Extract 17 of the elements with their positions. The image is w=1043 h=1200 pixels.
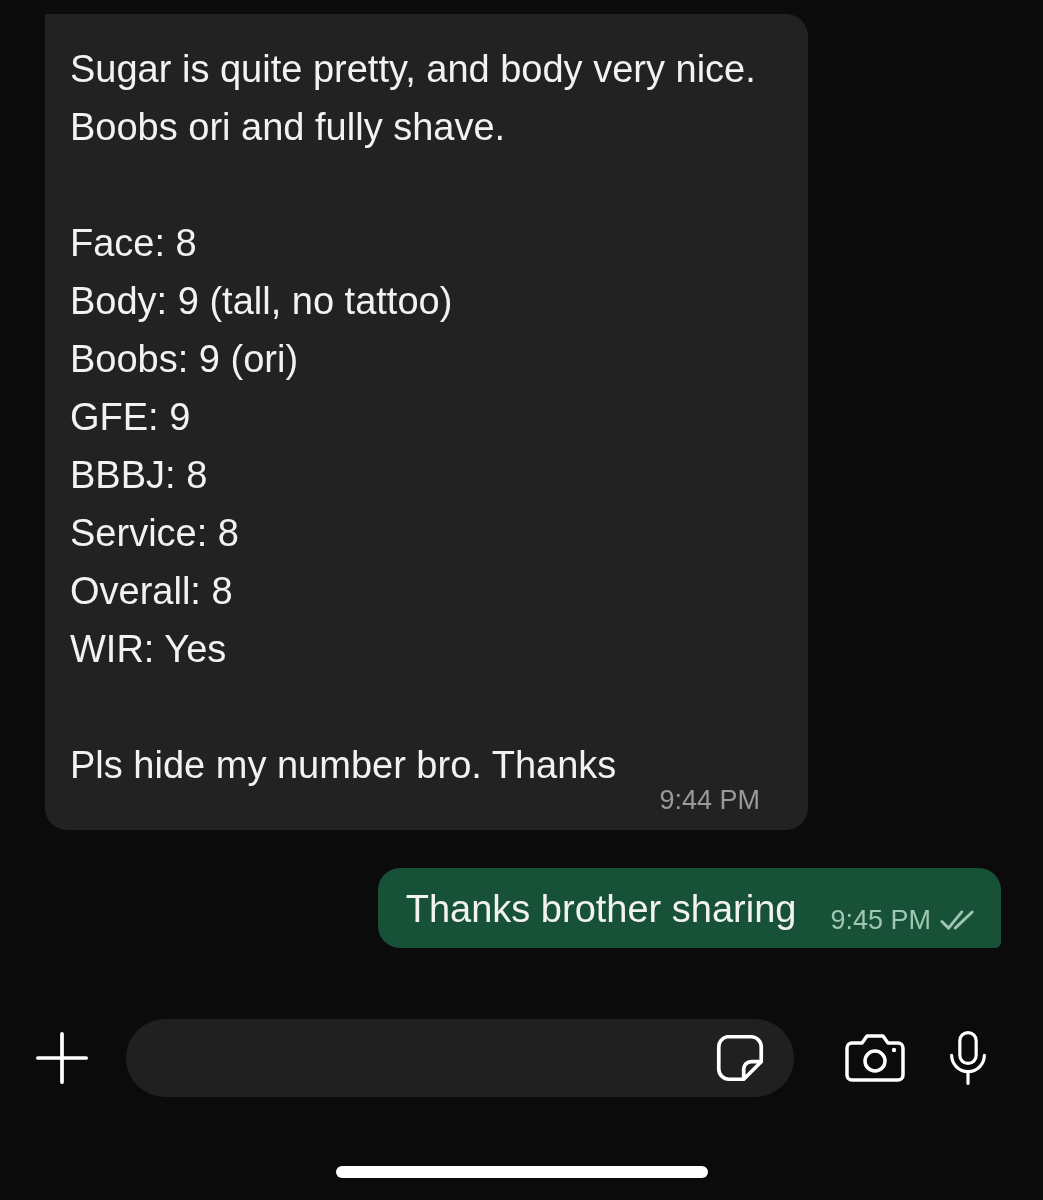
message-text: Overall: 8 [70, 569, 234, 614]
message-text: Face: 8 [70, 221, 198, 266]
microphone-icon[interactable] [948, 1028, 988, 1088]
message-text: BBBJ: 8 [70, 453, 209, 498]
message-text: Pls hide my number bro. Thanks [70, 743, 618, 788]
message-text: WIR: Yes [70, 627, 228, 672]
message-text: Sugar is quite pretty, and body very nice. Boobs ori and fully shave. [70, 47, 757, 150]
message-text: Boobs: 9 (ori) [70, 337, 300, 382]
message-text: Service: 8 [70, 511, 240, 556]
message-time: 9:44 PM [659, 784, 760, 816]
sticker-icon[interactable] [716, 1034, 764, 1082]
message-text: Thanks brother sharing [405, 887, 797, 932]
message-text: GFE: 9 [70, 395, 192, 440]
message-text: Body: 9 (tall, no tattoo) [70, 279, 454, 324]
camera-icon[interactable] [844, 1033, 906, 1083]
plus-icon[interactable] [36, 1032, 88, 1084]
message-time: 9:45 PM [830, 904, 931, 936]
